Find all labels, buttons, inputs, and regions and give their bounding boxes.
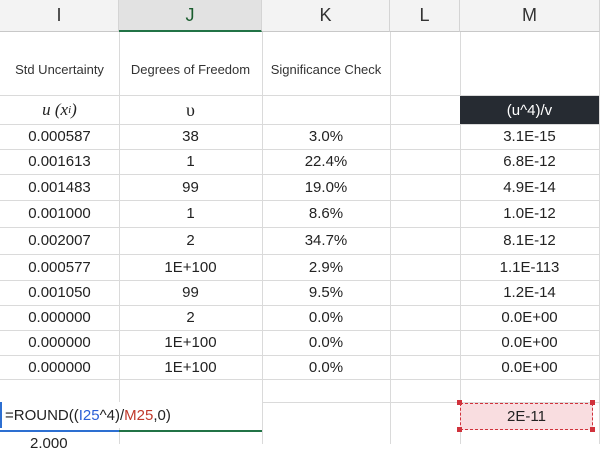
cell-degrees-of-freedom[interactable]: 2 bbox=[119, 305, 262, 330]
cell-std-uncertainty[interactable]: 0.001483 bbox=[0, 174, 119, 200]
cell-std-uncertainty[interactable]: 0.002007 bbox=[0, 227, 119, 254]
symbol-u-open: (x bbox=[54, 100, 69, 119]
cell-std-uncertainty[interactable]: 0.000577 bbox=[0, 254, 119, 280]
formula-ref-m25: M25 bbox=[124, 406, 154, 424]
cell-u4-over-v[interactable]: 0.0E+00 bbox=[460, 355, 599, 379]
formula-suffix: ,0) bbox=[153, 406, 171, 424]
cell-std-uncertainty[interactable]: 0.000000 bbox=[0, 330, 119, 355]
cell-u4-over-v[interactable]: 1.2E-14 bbox=[460, 280, 599, 305]
gridline bbox=[390, 32, 391, 444]
cell-significance[interactable]: 0.0% bbox=[262, 305, 390, 330]
column-header-i[interactable]: I bbox=[0, 0, 119, 32]
cell-u4-over-v[interactable]: 4.9E-14 bbox=[460, 174, 599, 200]
cell-degrees-of-freedom[interactable]: 1 bbox=[119, 200, 262, 227]
cell-u4-over-v[interactable]: 1.1E-113 bbox=[460, 254, 599, 280]
cell-significance[interactable]: 2.9% bbox=[262, 254, 390, 280]
formula-cell-underline bbox=[0, 430, 119, 432]
cell-std-uncertainty[interactable]: 0.000587 bbox=[0, 124, 119, 149]
cell-u4-over-v[interactable]: 6.8E-12 bbox=[460, 149, 599, 174]
cell-u4-over-v[interactable]: 0.0E+00 bbox=[460, 305, 599, 330]
formula-ref-i25: I25 bbox=[78, 406, 100, 424]
symbol-u-base: u bbox=[42, 100, 51, 119]
range-handle[interactable] bbox=[457, 427, 462, 432]
cell-degrees-of-freedom[interactable]: 1E+100 bbox=[119, 330, 262, 355]
range-handle[interactable] bbox=[590, 400, 595, 405]
cell-significance[interactable]: 22.4% bbox=[262, 149, 390, 174]
column-header-l[interactable]: L bbox=[390, 0, 460, 32]
range-handle[interactable] bbox=[457, 400, 462, 405]
cell-std-uncertainty[interactable]: 0.001000 bbox=[0, 200, 119, 227]
selected-column-underline bbox=[119, 430, 262, 432]
header-degrees-of-freedom[interactable]: Degrees of Freedom bbox=[119, 55, 262, 83]
result-cell[interactable]: 2E-11 bbox=[460, 403, 593, 430]
cell-u4-over-v[interactable]: 0.0E+00 bbox=[460, 330, 599, 355]
cell-significance[interactable]: 8.6% bbox=[262, 200, 390, 227]
cell-significance[interactable]: 0.0% bbox=[262, 355, 390, 379]
cell-degrees-of-freedom[interactable]: 1E+100 bbox=[119, 355, 262, 379]
cell-u4-over-v[interactable]: 1.0E-12 bbox=[460, 200, 599, 227]
header-std-uncertainty[interactable]: Std Uncertainty bbox=[0, 55, 119, 83]
cell-std-uncertainty[interactable]: 0.000000 bbox=[0, 355, 119, 379]
symbol-nu[interactable]: υ bbox=[119, 96, 262, 124]
cell-std-uncertainty[interactable]: 0.001613 bbox=[0, 149, 119, 174]
cell-u4-over-v[interactable]: 3.1E-15 bbox=[460, 124, 599, 149]
cell-significance[interactable]: 0.0% bbox=[262, 330, 390, 355]
cell-significance[interactable]: 3.0% bbox=[262, 124, 390, 149]
column-header-j[interactable]: J bbox=[119, 0, 262, 32]
cell-degrees-of-freedom[interactable]: 99 bbox=[119, 174, 262, 200]
cell-significance[interactable]: 19.0% bbox=[262, 174, 390, 200]
symbol-u-xi[interactable]: u (x i) bbox=[0, 96, 119, 124]
formula-prefix: =ROUND(( bbox=[5, 406, 79, 424]
gridline bbox=[0, 379, 600, 380]
m-header-cell[interactable]: (u^4)/v bbox=[460, 96, 599, 124]
cell-u4-over-v[interactable]: 8.1E-12 bbox=[460, 227, 599, 254]
cell-degrees-of-freedom[interactable]: 38 bbox=[119, 124, 262, 149]
cell-degrees-of-freedom[interactable]: 1E+100 bbox=[119, 254, 262, 280]
cell-degrees-of-freedom[interactable]: 2 bbox=[119, 227, 262, 254]
spreadsheet-grid: I J K L M Std Uncertainty Degrees of Fre… bbox=[0, 0, 600, 452]
cell-degrees-of-freedom[interactable]: 99 bbox=[119, 280, 262, 305]
cell-std-uncertainty[interactable]: 0.001050 bbox=[0, 280, 119, 305]
cell-significance[interactable]: 34.7% bbox=[262, 227, 390, 254]
column-header-m[interactable]: M bbox=[460, 0, 600, 32]
formula-mid: ^4)/ bbox=[99, 406, 125, 424]
cell-degrees-of-freedom[interactable]: 1 bbox=[119, 149, 262, 174]
cell-significance[interactable]: 9.5% bbox=[262, 280, 390, 305]
symbol-u-close: ) bbox=[71, 100, 77, 119]
range-handle[interactable] bbox=[590, 427, 595, 432]
cell-std-uncertainty[interactable]: 0.000000 bbox=[0, 305, 119, 330]
header-significance-check[interactable]: Significance Check bbox=[262, 55, 390, 83]
column-header-k[interactable]: K bbox=[262, 0, 390, 32]
formula-edit-cell[interactable]: =ROUND((I25 ^4)/M25,0) bbox=[0, 402, 262, 428]
